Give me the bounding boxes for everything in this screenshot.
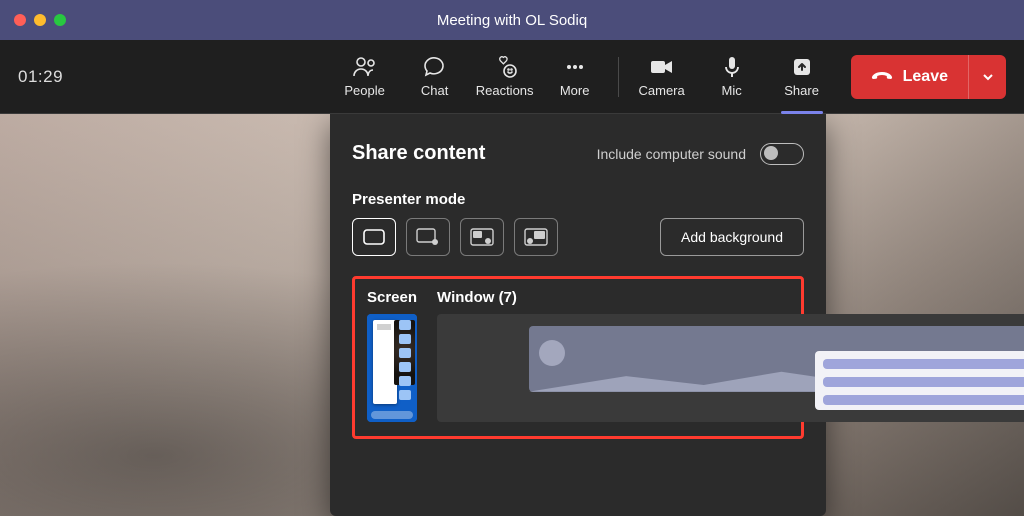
share-label: Share xyxy=(784,83,819,98)
share-button[interactable]: Share xyxy=(767,47,837,107)
call-timer: 01:29 xyxy=(18,67,63,87)
leave-label: Leave xyxy=(903,68,948,86)
camera-label: Camera xyxy=(639,83,685,98)
presenter-mode-content-only[interactable] xyxy=(352,218,396,256)
mic-icon xyxy=(720,55,744,79)
chat-icon xyxy=(422,55,448,79)
presenter-mode-side-by-side[interactable] xyxy=(460,218,504,256)
hangup-icon xyxy=(871,69,893,85)
window-section-label: Window (7) xyxy=(437,289,1024,306)
camera-icon xyxy=(648,55,676,79)
leave-button[interactable]: Leave xyxy=(851,55,968,99)
more-button[interactable]: More xyxy=(540,47,610,107)
share-options-highlight: Screen Window (7) xyxy=(352,276,804,439)
video-stage: Share content Include computer sound Pre… xyxy=(0,114,1024,516)
share-icon xyxy=(790,55,814,79)
people-label: People xyxy=(344,83,384,98)
toolbar-divider xyxy=(618,57,619,97)
share-panel-title: Share content xyxy=(352,142,485,165)
close-window-icon[interactable] xyxy=(14,14,26,26)
chevron-down-icon xyxy=(981,70,995,84)
more-label: More xyxy=(560,83,590,98)
screen-section-label: Screen xyxy=(367,289,417,306)
reactions-icon xyxy=(491,55,519,79)
add-background-button[interactable]: Add background xyxy=(660,218,804,256)
window-title: Meeting with OL Sodiq xyxy=(437,12,587,29)
titlebar: Meeting with OL Sodiq xyxy=(0,0,1024,40)
people-button[interactable]: People xyxy=(330,47,400,107)
leave-options-button[interactable] xyxy=(968,55,1006,99)
minimize-window-icon[interactable] xyxy=(34,14,46,26)
maximize-window-icon[interactable] xyxy=(54,14,66,26)
share-screen-thumbnail[interactable] xyxy=(367,314,417,422)
share-window-thumbnail[interactable] xyxy=(437,314,1024,422)
camera-button[interactable]: Camera xyxy=(627,47,697,107)
chat-label: Chat xyxy=(421,83,448,98)
chat-button[interactable]: Chat xyxy=(400,47,470,107)
presenter-mode-standout[interactable] xyxy=(406,218,450,256)
more-icon xyxy=(562,55,588,79)
include-sound-toggle[interactable] xyxy=(760,143,804,165)
toggle-knob-icon xyxy=(764,146,778,160)
people-icon xyxy=(351,55,379,79)
share-content-panel: Share content Include computer sound Pre… xyxy=(330,114,826,516)
meeting-toolbar: 01:29 People Chat xyxy=(0,40,1024,114)
presenter-mode-reporter[interactable] xyxy=(514,218,558,256)
mic-button[interactable]: Mic xyxy=(697,47,767,107)
reactions-label: Reactions xyxy=(476,83,534,98)
include-sound-label: Include computer sound xyxy=(597,146,746,162)
presenter-mode-label: Presenter mode xyxy=(352,191,804,208)
mic-label: Mic xyxy=(722,83,742,98)
reactions-button[interactable]: Reactions xyxy=(470,47,540,107)
